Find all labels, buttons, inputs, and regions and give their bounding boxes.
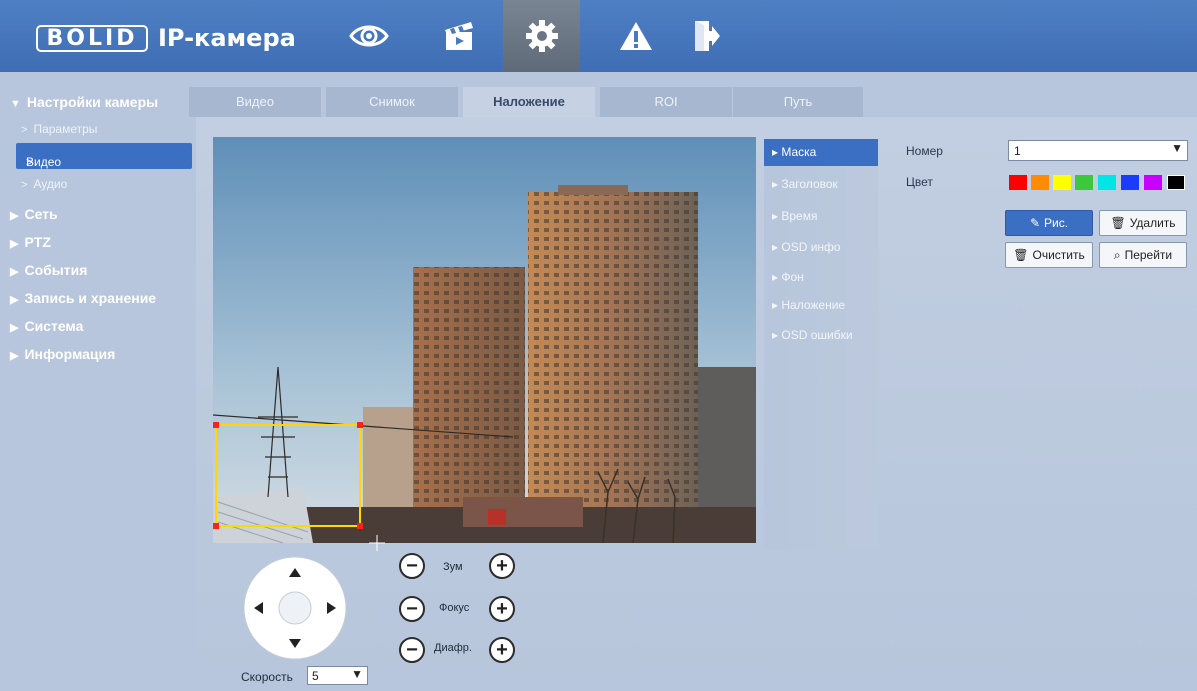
speed-select[interactable]: 5 ▼	[307, 666, 368, 685]
zoom-out-button[interactable]: −	[399, 553, 425, 579]
eye-icon	[348, 25, 389, 47]
edit-icon: ✎	[1029, 216, 1040, 230]
color-label: Цвет	[906, 175, 933, 189]
color-swatch-purple[interactable]	[1144, 175, 1162, 190]
zoom-in-button[interactable]: +	[489, 553, 515, 579]
submenu-mask[interactable]: ▸ Маска	[764, 139, 878, 166]
focus-label: Фокус	[439, 602, 470, 614]
clear-button[interactable]: 🗑 Очистить	[1005, 242, 1093, 268]
search-icon: ⌕	[1113, 247, 1121, 262]
triangle-down-icon: ▼	[10, 98, 21, 110]
draw-button[interactable]: ✎ Рис.	[1005, 210, 1093, 236]
playback-nav[interactable]	[420, 0, 497, 72]
sidebar-group-camera[interactable]: ▼ Настройки камеры	[10, 94, 158, 110]
tab-snapshot[interactable]: Снимок	[326, 87, 458, 117]
sidebar-group-ptz[interactable]: ▶ PTZ	[10, 234, 51, 250]
triangle-right-icon: ▶	[10, 210, 19, 222]
sidebar-item-audio[interactable]: > Аудио	[21, 177, 67, 191]
tab-path[interactable]: Путь	[733, 87, 863, 117]
chevron-right-icon: >	[21, 179, 28, 191]
submenu-overlay[interactable]: ▸ Наложение	[772, 298, 845, 312]
focus-minus-button[interactable]: −	[399, 596, 425, 622]
chevron-right-icon: >	[21, 124, 28, 136]
sidebar-group-events[interactable]: ▶ События	[10, 262, 87, 278]
sidebar-item-video[interactable]: > Видео	[16, 143, 192, 169]
iris-plus-button[interactable]: +	[489, 637, 515, 663]
submenu-time[interactable]: ▸ Время	[772, 209, 817, 223]
settings-nav[interactable]	[503, 0, 580, 72]
triangle-right-icon: ▶	[10, 294, 19, 306]
logo: BOLID	[36, 25, 148, 52]
color-swatch-black[interactable]	[1167, 175, 1185, 190]
triangle-right-icon: ▶	[10, 350, 19, 362]
chevron-down-icon: ▼	[1171, 141, 1183, 155]
trash-icon: 🗑	[1013, 248, 1029, 262]
sidebar-group-system[interactable]: ▶ Система	[10, 318, 83, 334]
delete-button[interactable]: 🗑 Удалить	[1099, 210, 1187, 236]
chevron-down-icon: ▼	[351, 667, 363, 681]
tab-overlay[interactable]: Наложение	[463, 87, 595, 117]
color-swatch-blue[interactable]	[1121, 175, 1139, 190]
triangle-right-icon: ▶	[10, 322, 19, 334]
live-view-nav[interactable]	[330, 0, 407, 72]
triangle-right-icon: ▶	[10, 266, 19, 278]
goto-button[interactable]: ⌕ Перейти	[1099, 242, 1187, 268]
focus-plus-button[interactable]: +	[489, 596, 515, 622]
color-swatch-orange[interactable]	[1031, 175, 1049, 190]
zoom-label: Зум	[443, 561, 463, 573]
app-title: IP-камера	[158, 24, 296, 52]
triangle-right-icon: ▶	[10, 238, 19, 250]
trash-icon: 🗑	[1110, 216, 1126, 230]
submenu-osd-info[interactable]: ▸ OSD инфо	[772, 240, 841, 254]
gear-icon	[525, 20, 558, 52]
camera-image	[213, 137, 756, 543]
alarm-nav[interactable]	[597, 0, 674, 72]
number-select[interactable]: 1 ▼	[1008, 140, 1188, 161]
header-bar: BOLID IP-камера	[0, 0, 1197, 72]
submenu-background[interactable]: ▸ Фон	[772, 270, 804, 284]
ptz-direction-pad[interactable]	[240, 555, 350, 661]
tab-video[interactable]: Видео	[189, 87, 321, 117]
clapperboard-icon	[444, 22, 473, 50]
exit-icon	[694, 21, 720, 51]
iris-label: Диафр.	[434, 642, 472, 654]
video-preview[interactable]	[213, 137, 756, 543]
submenu-title[interactable]: ▸ Заголовок	[772, 177, 838, 191]
color-swatch-yellow[interactable]	[1053, 175, 1071, 190]
sidebar-group-network[interactable]: ▶ Сеть	[10, 206, 58, 222]
sidebar-group-storage[interactable]: ▶ Запись и хранение	[10, 290, 156, 306]
overlay-submenu: ▸ Маска ▸ Заголовок ▸ Время ▸ OSD инфо ▸…	[764, 139, 878, 549]
tab-roi[interactable]: ROI	[600, 87, 732, 117]
speed-label: Скорость	[241, 670, 293, 684]
color-swatch-green[interactable]	[1075, 175, 1093, 190]
iris-minus-button[interactable]: −	[399, 637, 425, 663]
color-swatch-cyan[interactable]	[1098, 175, 1116, 190]
sidebar-group-info[interactable]: ▶ Информация	[10, 346, 115, 362]
logout-nav[interactable]	[668, 0, 745, 72]
sidebar-item-parameters[interactable]: > Параметры	[21, 122, 97, 136]
number-label: Номер	[906, 144, 943, 158]
submenu-osd-errors[interactable]: ▸ OSD ошибки	[772, 328, 853, 342]
crosshair-icon	[369, 535, 385, 551]
warning-icon	[619, 22, 652, 50]
color-swatch-red[interactable]	[1009, 175, 1027, 190]
